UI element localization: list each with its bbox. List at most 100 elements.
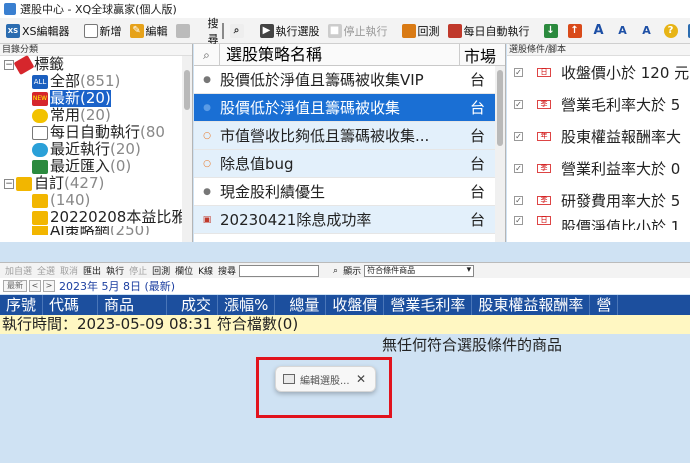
condition-row[interactable]: ✓ 日 收盤價小於 120 元 [507,56,690,88]
column-header[interactable]: 營業毛利率 [384,295,473,315]
run-icon: ▶ [259,23,274,38]
market-column[interactable]: 市場 [460,44,496,67]
condition-checkbox[interactable]: ✓ [514,216,523,225]
close-icon[interactable]: ✕ [356,372,366,386]
edit-button[interactable]: ✎ 編輯 [128,21,170,41]
condition-checkbox[interactable]: ✓ [514,131,523,141]
star-icon [32,108,48,123]
export-results-button[interactable]: 匯出 [83,264,101,277]
stop-button[interactable]: 停止 [129,264,147,277]
condition-row[interactable]: ✓ 日 股價淨值比小於 1 [507,216,690,230]
condition-row[interactable]: ✓ 季 營業利益率大於 0 [507,152,690,184]
font-smaller-button[interactable]: A [614,21,634,41]
tree-item-pe-folder[interactable]: 20220208本益比雅 [4,209,192,226]
column-header[interactable]: 漲幅% [218,295,276,315]
title-bar: 選股中心 - XQ全球贏家(個人版) [0,0,690,18]
daily-run-button[interactable]: 每日自動執行 [446,21,532,41]
tree-item-frequent[interactable]: 常用 (20) [4,107,192,124]
tree-item-recent-run[interactable]: 最近執行 (20) [4,141,192,158]
folder-icon [32,226,48,235]
tree-item-tags[interactable]: − 標籤 [4,54,192,75]
condition-checkbox[interactable]: ✓ [514,99,523,109]
date-bar: 最新 < > 2023年 5月 8日 (最新) [0,278,690,294]
new-document-icon [83,23,98,38]
run-button[interactable]: 執行 [106,264,124,277]
strategy-row[interactable]: ▣ 20230421除息成功率 台 [194,206,505,234]
scrollbar-thumb[interactable] [184,70,190,110]
column-header[interactable]: 總量 [275,295,327,315]
condition-checkbox[interactable]: ✓ [514,163,523,173]
period-icon: 年 [537,131,551,141]
strategy-list-header: ⌕ 選股策略名稱 市場 [194,44,505,66]
next-date-icon[interactable]: > [43,280,55,292]
strategy-list-panel: ⌕ 選股策略名稱 市場 ● 股價低於淨值且籌碼被收集VIP 台 ● 股價低於淨值… [194,44,506,242]
strategy-search-input[interactable] [221,22,224,39]
condition-checkbox[interactable]: ✓ [514,195,523,205]
toast-text: 編輯選股... [300,375,350,387]
backtest-results-button[interactable]: 回測 [152,264,170,277]
category-scrollbar[interactable] [182,56,192,242]
column-header[interactable]: 成交 [167,295,219,315]
column-header[interactable]: 股東權益報酬率 [472,295,591,315]
condition-row[interactable]: ✓ 季 營業毛利率大於 5 [507,88,690,120]
font-larger-button[interactable]: A [590,21,610,41]
column-header[interactable]: 營 [590,295,619,315]
tree-item-ai-folder[interactable]: AI策略網 (250) [4,226,192,235]
cancel-button[interactable]: 取消 [60,264,78,277]
tree-item-all[interactable]: ALL 全部 (851) [4,73,192,90]
condition-checkbox[interactable]: ✓ [514,67,523,77]
column-header[interactable]: 代碼 [43,295,99,315]
tree-item-custom[interactable]: − 自訂 (427) [4,175,192,192]
tree-item-latest[interactable]: NEW 最新(20) [4,90,192,107]
daily-calendar-icon [32,125,48,140]
recent-run-icon [32,142,48,157]
kline-button[interactable]: K線 [198,264,213,277]
run-screen-button[interactable]: ▶ 執行選股 [258,21,322,41]
xs-editor-button[interactable]: XS XS編輯器 [4,21,72,41]
search-icon: ⌕ [229,23,244,38]
tree-item-folder[interactable]: (140) [4,192,192,209]
strategy-scrollbar[interactable] [495,66,505,242]
prev-date-icon[interactable]: < [29,280,41,292]
pencil-icon: ✎ [129,23,144,38]
search-icon[interactable]: ⌕ [333,266,338,276]
strategy-row-selected[interactable]: ● 股價低於淨值且籌碼被收集 台 [194,94,505,122]
strategy-row[interactable]: ○ 除息值bug 台 [194,150,505,178]
more-button[interactable]: ≡ [686,21,690,41]
backtest-button[interactable]: 回測 [400,21,442,41]
collapse-icon[interactable]: − [4,59,14,70]
scrollbar-thumb[interactable] [497,70,503,146]
trash-icon [175,23,190,38]
condition-row[interactable]: ✓ 季 研發費用率大於 5 [507,184,690,216]
add-watchlist-button[interactable]: 加自選 [5,264,32,277]
column-header[interactable]: 序號 [0,295,44,315]
strategy-row[interactable]: ● 股價低於淨值且籌碼被收集VIP 台 [194,66,505,94]
font-reset-button[interactable]: A [638,21,658,41]
editing-toast[interactable]: 編輯選股... ✕ [275,366,376,392]
tree-item-recent-import[interactable]: 最近匯入 (0) [4,158,192,175]
strategy-name-column[interactable]: 選股策略名稱 [220,44,460,66]
collapse-icon[interactable]: − [4,178,14,189]
search-icon[interactable]: ⌕ [194,44,220,66]
import-button[interactable]: ↓ [542,21,562,41]
tree-item-daily[interactable]: 每日自動執行 (80 [4,124,192,141]
select-all-button[interactable]: 全選 [37,264,55,277]
stop-run-button[interactable]: ■ 停止執行 [326,21,390,41]
help-button[interactable]: ? [662,21,682,41]
search-icon-button[interactable]: ⌕ [228,21,248,41]
columns-button[interactable]: 欄位 [175,264,193,277]
column-header[interactable]: 收盤價 [326,295,385,315]
delete-button[interactable] [174,21,194,41]
condition-row[interactable]: ✓ 年 股東權益報酬率大 [507,120,690,152]
strategy-row[interactable]: ○ 市值營收比夠低且籌碼被收集... 台 [194,122,505,150]
display-filter-select[interactable]: 符合條件商品 [364,264,475,277]
status-dot-icon: ● [203,74,211,85]
results-search-input[interactable] [239,264,320,277]
latest-date-button[interactable]: 最新 [3,280,27,292]
folder-icon [16,176,32,191]
export-button[interactable]: ↑ [566,21,586,41]
period-icon: 季 [537,99,551,109]
new-button[interactable]: 新增 [82,21,124,41]
column-header[interactable]: 商品 [98,295,168,315]
strategy-row[interactable]: ● 現金股利績優生 台 [194,178,505,206]
